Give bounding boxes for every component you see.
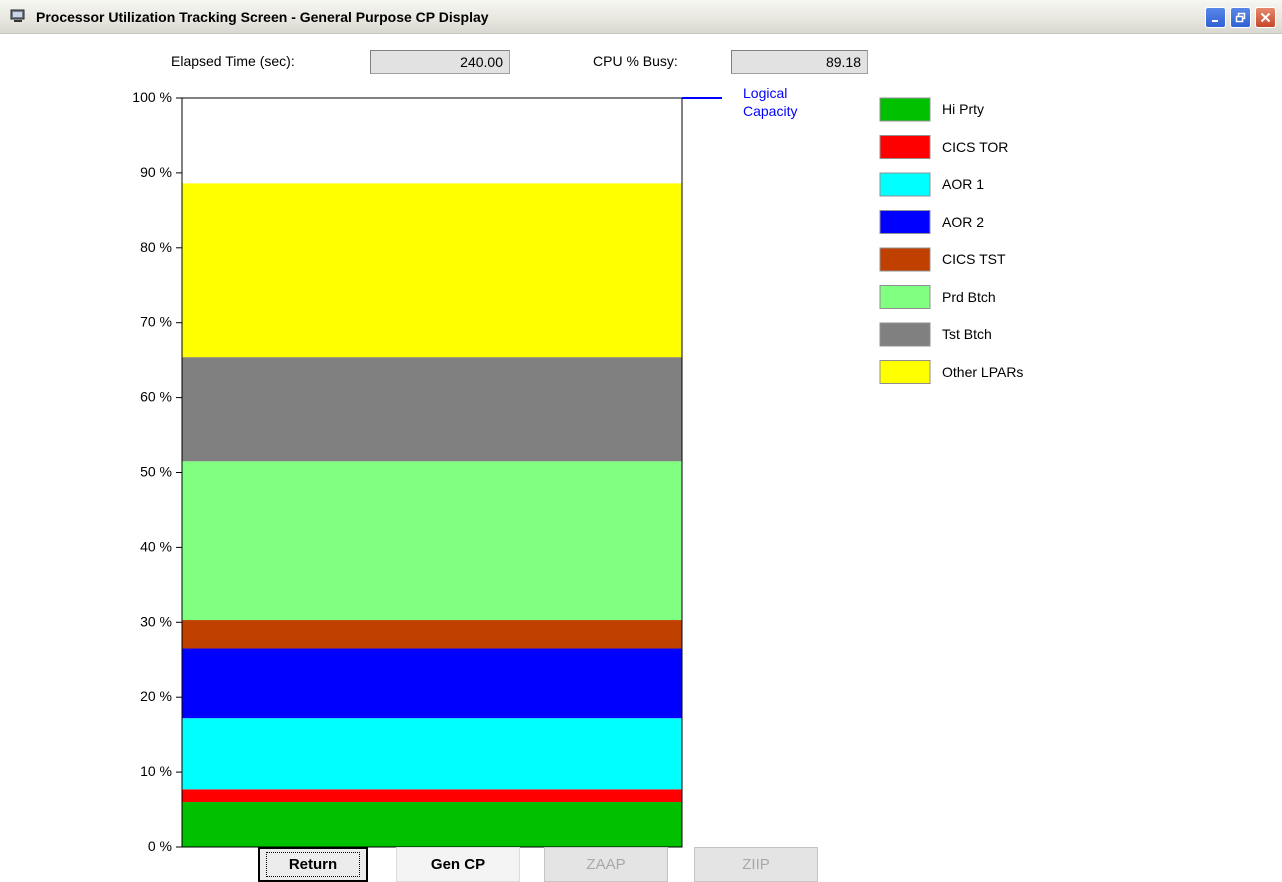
legend-swatch	[879, 172, 931, 197]
y-tick-label: 60 %	[140, 389, 172, 405]
y-tick-label: 100 %	[132, 89, 172, 105]
legend-label: CICS TST	[942, 251, 1006, 267]
bar-segment-6	[182, 461, 682, 621]
y-tick-label: 70 %	[140, 314, 172, 330]
bar-segment-8	[182, 183, 682, 358]
legend-label: Hi Prty	[942, 101, 984, 117]
legend-swatch	[879, 360, 931, 384]
logical-capacity-label: Capacity	[743, 103, 797, 119]
bar-segment-2	[182, 789, 682, 803]
zaap-button-label: ZAAP	[586, 856, 626, 873]
legend-label: Prd Btch	[942, 288, 996, 305]
legend-swatch	[879, 210, 931, 234]
legend-swatch	[879, 97, 931, 122]
return-button-label: Return	[265, 852, 361, 877]
legend-label: AOR 2	[942, 213, 985, 230]
legend-label: AOR 1	[942, 176, 985, 192]
y-tick-label: 20 %	[140, 688, 172, 704]
y-tick-label: 10 %	[140, 763, 172, 779]
bar-segment-3	[182, 718, 682, 790]
y-tick-label: 90 %	[140, 164, 172, 180]
legend-swatch	[879, 322, 931, 347]
gen-cp-button-label: Gen CP	[430, 856, 486, 873]
ziip-button-label: ZIIP	[742, 856, 770, 873]
legend-label: Other LPARs	[942, 363, 1024, 380]
y-tick-label: 0 %	[148, 838, 172, 854]
bar-segment-4	[182, 648, 682, 719]
y-tick-label: 30 %	[140, 613, 172, 629]
utilization-chart: 0 % 10 % 20 % 30 % 40 % 50 % 60 % 70 % 80 % 90 % 1…	[132, 85, 931, 854]
legend-label: CICS TOR	[942, 138, 1009, 155]
y-tick-label: 40 %	[140, 538, 172, 554]
legend-swatch	[879, 285, 931, 309]
y-tick-label: 80 %	[140, 239, 172, 255]
legend-swatch	[879, 247, 931, 272]
logical-capacity-label: Logical	[743, 85, 787, 101]
bar-segment-5	[182, 620, 682, 649]
y-tick-label: 50 %	[140, 464, 172, 480]
bar-segment-1	[182, 802, 682, 847]
bar-segment-7	[182, 357, 682, 462]
zaap-button: ZAAP	[544, 847, 668, 882]
legend-label: Tst Btch	[942, 326, 992, 342]
legend-swatch	[879, 135, 931, 159]
ziip-button: ZIIP	[694, 847, 818, 882]
return-button[interactable]: Return	[258, 847, 368, 882]
gen-cp-button[interactable]: Gen CP	[396, 847, 520, 882]
